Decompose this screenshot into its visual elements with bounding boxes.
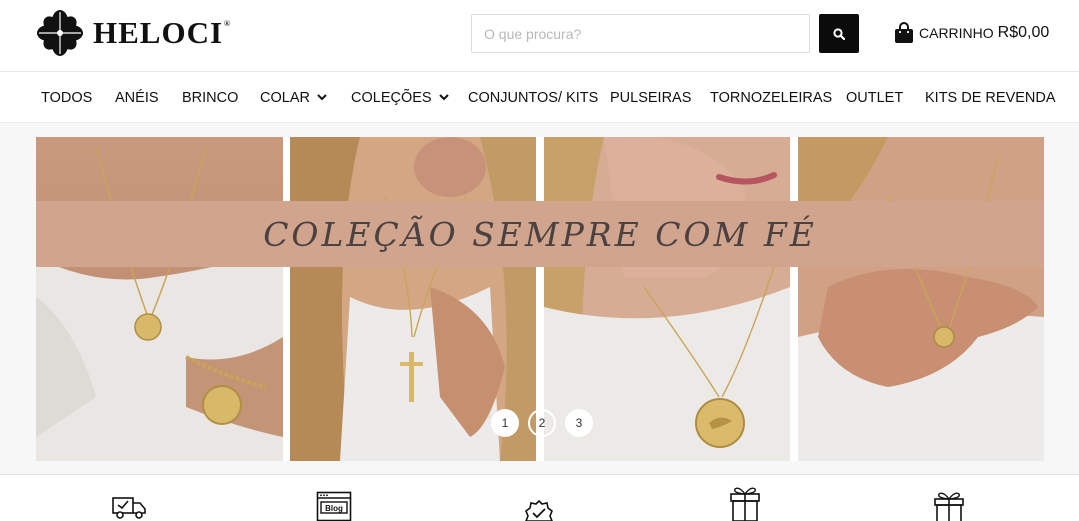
main-navigation: TODOS ANÉIS BRINCO COLAR COLEÇÕES CONJUN… [0,72,1079,123]
nav-item-label: ANÉIS [115,89,159,106]
nav-item-outlet[interactable]: OUTLET [846,72,903,123]
nav-item-label: COLEÇÕES [351,89,432,106]
slider-dot-label: 1 [501,416,509,430]
slider-dot-2[interactable]: 2 [528,409,556,437]
delivery-truck-icon [112,497,146,519]
brand-registered-mark: ® [224,19,232,28]
clover-logo-icon [37,10,83,56]
gift-icon [934,492,964,521]
slider-dot-label: 2 [538,416,546,430]
nav-item-kits-de-revenda[interactable]: KITS DE REVENDA [925,72,1056,123]
nav-item-label: COLAR [260,89,310,106]
blog-icon-label: Blog [325,504,343,513]
search-button[interactable] [819,14,859,53]
search-input[interactable] [471,14,810,53]
banner-photo-hand-necklace [798,137,1044,461]
cart-total: R$0,00 [997,24,1050,41]
hero-banner-area: COLEÇÃO SEMPRE COM FÉ 1 2 3 [0,123,1079,474]
chevron-down-icon [438,94,449,101]
nav-item-label: TORNOZELEIRAS [710,89,833,106]
nav-item-colecoes[interactable]: COLEÇÕES [351,72,449,123]
cart-link[interactable]: CARRINHO R$0,00 [894,20,1049,46]
nav-item-conjuntos-kits[interactable]: CONJUNTOS/ KITS [468,72,598,123]
shopping-bag-icon [895,22,913,43]
gift-box-icon [730,487,760,521]
slider-dot-3[interactable]: 3 [565,409,593,437]
blog-icon: Blog [316,491,352,521]
slider-dot-1[interactable]: 1 [491,409,519,437]
nav-item-label: BRINCO [182,89,239,106]
banner-title-band: COLEÇÃO SEMPRE COM FÉ [36,201,1044,267]
nav-item-todos[interactable]: TODOS [41,72,92,123]
hero-slider[interactable]: COLEÇÃO SEMPRE COM FÉ 1 2 3 [36,137,1044,461]
nav-item-brinco[interactable]: BRINCO [182,72,238,123]
nav-item-pulseiras[interactable]: PULSEIRAS [610,72,691,123]
nav-item-colar[interactable]: COLAR [260,72,327,123]
nav-item-tornozeleiras[interactable]: TORNOZELEIRAS [710,72,832,123]
nav-item-aneis[interactable]: ANÉIS [115,72,159,123]
features-strip: Blog [0,474,1079,521]
cart-label: CARRINHO [919,25,994,41]
brand-logo[interactable]: HELOCI® [35,8,231,58]
search-icon [833,27,845,40]
brand-name: HELOCI® [93,15,232,50]
verified-badge-icon [525,499,553,521]
banner-title: COLEÇÃO SEMPRE COM FÉ [263,214,817,254]
nav-item-label: TODOS [41,89,93,106]
nav-item-label: KITS DE REVENDA [925,89,1056,106]
chevron-down-icon [317,94,327,101]
nav-item-label: PULSEIRAS [610,89,692,106]
nav-item-label: CONJUNTOS/ KITS [468,89,599,106]
site-header: HELOCI® CARRINHO R$0,00 [0,0,1079,72]
nav-item-label: OUTLET [846,89,904,106]
banner-photo-necklace-bracelet [36,137,283,461]
slider-dot-label: 3 [575,416,583,430]
